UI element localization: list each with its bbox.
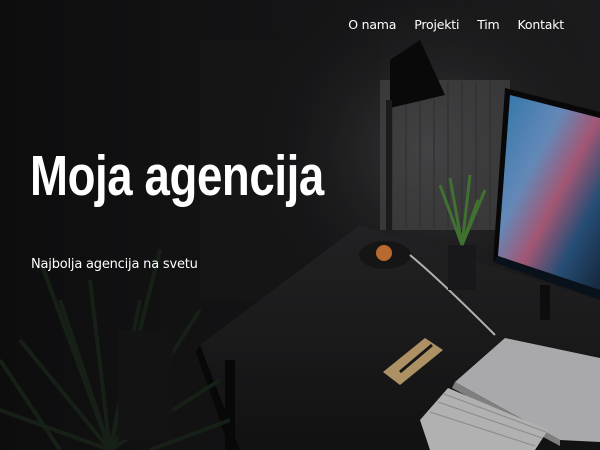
nav-link-projekti[interactable]: Projekti bbox=[414, 17, 459, 32]
nav-link-o-nama[interactable]: O nama bbox=[348, 17, 396, 32]
hero-section bbox=[0, 0, 600, 450]
hero-background-image bbox=[0, 0, 600, 450]
nav-link-tim[interactable]: Tim bbox=[477, 17, 500, 32]
hero-subtitle: Najbolja agencija na svetu bbox=[31, 257, 198, 272]
nav-link-kontakt[interactable]: Kontakt bbox=[518, 17, 565, 32]
main-nav: O nama Projekti Tim Kontakt bbox=[348, 17, 564, 32]
hero-title: Moja agencija bbox=[30, 144, 324, 208]
